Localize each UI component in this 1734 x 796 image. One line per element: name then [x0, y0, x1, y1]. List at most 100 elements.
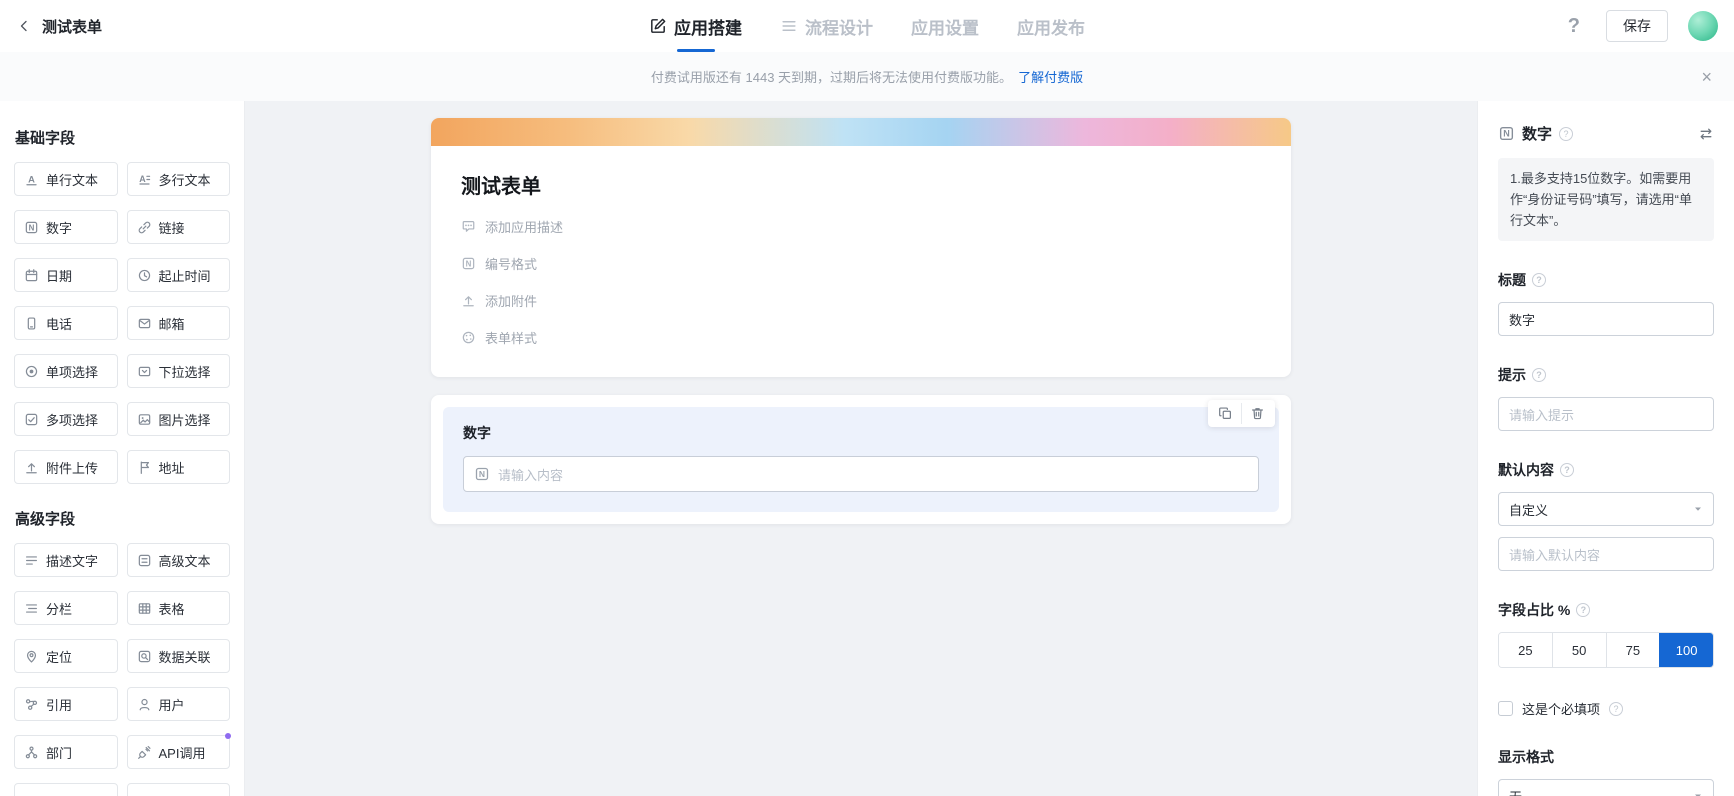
trash-icon[interactable] — [1241, 403, 1273, 424]
sidebar-field-image-select[interactable]: 图片选择 — [126, 402, 230, 436]
option-label: 添加应用描述 — [485, 220, 564, 235]
sidebar-field-department[interactable]: 部门 — [14, 735, 118, 769]
display-format-select[interactable]: 无 — [1498, 779, 1714, 796]
field-button-label: 邮箱 — [158, 316, 185, 332]
field-button-label: 多项选择 — [46, 412, 99, 428]
back-icon[interactable] — [16, 18, 32, 34]
width-option-75[interactable]: 75 — [1605, 633, 1660, 667]
sidebar-field-checkbox[interactable]: 多项选择 — [14, 402, 118, 436]
sidebar-field-address[interactable]: 地址 — [126, 450, 230, 484]
default-content-label-row: 默认内容 — [1498, 460, 1714, 480]
sidebar-field-cutoff[interactable] — [126, 783, 230, 796]
field-width-segmented: 25 50 75 100 — [1498, 632, 1714, 668]
multi-line-text-icon: A — [137, 172, 152, 187]
app-window: 测试表单 应用搭建 流程设计 应用设置 应用发布 ? 保存 付费试用版还有 14… — [0, 0, 1734, 796]
title-input-value: 数字 — [1509, 312, 1536, 328]
sidebar-field-dropdown[interactable]: 下拉选择 — [126, 354, 230, 388]
sidebar-field-phone[interactable]: 电话 — [14, 306, 118, 340]
title-label: 标题 — [1498, 272, 1526, 288]
field-button-label: 单项选择 — [46, 364, 99, 380]
tab-app-publish[interactable]: 应用发布 — [1017, 0, 1085, 52]
sidebar-field-user[interactable]: 用户 — [126, 687, 230, 721]
selected-field-area: 数字 N 请输入内容 — [443, 407, 1279, 512]
sidebar-field-api-call[interactable]: API调用 — [126, 733, 231, 769]
default-type-select[interactable]: 自定义 — [1498, 492, 1714, 526]
user-avatar[interactable] — [1688, 11, 1718, 41]
hint-label: 提示 — [1498, 367, 1526, 383]
field-settings-panel: N 数字 1.最多支持15位数字。如需要用作“身份证号码”填写，请选用“单行文本… — [1477, 101, 1734, 796]
field-width-label: 字段占比 % — [1498, 602, 1571, 618]
title-input[interactable]: 数字 — [1498, 302, 1714, 336]
learn-paid-link[interactable]: 了解付费版 — [1018, 67, 1083, 86]
svg-text:N: N — [29, 223, 35, 232]
sidebar-field-email[interactable]: 邮箱 — [126, 306, 230, 340]
hint-input[interactable]: 请输入提示 — [1498, 397, 1714, 431]
default-content-input[interactable]: 请输入默认内容 — [1498, 537, 1714, 571]
close-icon[interactable]: × — [1701, 68, 1712, 86]
field-button-label: 链接 — [158, 220, 185, 236]
sidebar-field-cutoff[interactable] — [14, 783, 118, 796]
single-line-text-icon: A — [24, 172, 39, 187]
sidebar-field-rich-text[interactable]: 高级文本 — [126, 543, 230, 577]
trial-notice-bar: 付费试用版还有 1443 天到期，过期后将无法使用付费版功能。 了解付费版 × — [0, 52, 1734, 101]
sidebar-field-location[interactable]: 定位 — [14, 639, 118, 673]
data-link-icon — [137, 649, 152, 664]
header-left: 测试表单 — [0, 16, 102, 37]
save-button[interactable]: 保存 — [1606, 10, 1668, 42]
add-description-option[interactable]: 添加应用描述 — [461, 217, 1261, 236]
sidebar-field-link[interactable]: 链接 — [126, 210, 230, 244]
field-button-label: 分栏 — [46, 601, 73, 617]
display-format-label-row: 显示格式 — [1498, 747, 1714, 767]
help-circle-icon — [1560, 463, 1574, 477]
form-title[interactable]: 测试表单 — [461, 170, 1261, 199]
required-label: 这是个必填项 — [1522, 702, 1601, 717]
sidebar-field-description[interactable]: 描述文字 — [14, 543, 118, 577]
required-checkbox[interactable] — [1498, 701, 1513, 716]
field-button-label: 数据关联 — [158, 649, 211, 665]
copy-icon[interactable] — [1210, 403, 1241, 424]
width-option-25[interactable]: 25 — [1499, 633, 1552, 667]
title-label-row: 标题 — [1498, 270, 1714, 290]
api-plug-icon — [137, 745, 152, 760]
tab-flow-design[interactable]: 流程设计 — [780, 0, 873, 52]
number-field-card[interactable]: 数字 N 请输入内容 — [431, 395, 1291, 524]
help-circle-icon — [1576, 603, 1591, 617]
sidebar-field-reference[interactable]: 引用 — [14, 687, 118, 721]
sidebar-field-number[interactable]: N 数字 — [14, 210, 118, 244]
number-field-input[interactable]: N 请输入内容 — [463, 456, 1259, 492]
field-button-label: 部门 — [46, 745, 73, 761]
sidebar-field-multi-line-text[interactable]: A 多行文本 — [126, 162, 230, 196]
tab-app-build[interactable]: 应用搭建 — [649, 0, 742, 52]
field-button-label: 地址 — [158, 460, 185, 476]
width-option-100[interactable]: 100 — [1659, 633, 1713, 667]
serial-format-option[interactable]: N 编号格式 — [461, 254, 1261, 273]
chevron-down-icon — [1691, 789, 1705, 796]
new-feature-dot — [225, 733, 231, 739]
form-header-card: 测试表单 添加应用描述 N 编号格式 添加附件 表单样式 — [431, 118, 1291, 377]
sidebar-field-single-line-text[interactable]: A 单行文本 — [14, 162, 118, 196]
add-attachment-option[interactable]: 添加附件 — [461, 291, 1261, 310]
help-icon[interactable]: ? — [1568, 15, 1580, 38]
tab-app-settings[interactable]: 应用设置 — [911, 0, 979, 52]
field-button-label: 高级文本 — [158, 553, 211, 569]
tab-label: 应用发布 — [1017, 18, 1085, 38]
display-format-label: 显示格式 — [1498, 749, 1554, 765]
sidebar-field-date[interactable]: 日期 — [14, 258, 118, 292]
flow-lines-icon — [780, 17, 798, 35]
width-option-50[interactable]: 50 — [1551, 633, 1606, 667]
sidebar-field-columns[interactable]: 分栏 — [14, 591, 118, 625]
default-content-label: 默认内容 — [1498, 462, 1554, 478]
sidebar-field-upload[interactable]: 附件上传 — [14, 450, 118, 484]
sidebar-field-radio[interactable]: 单项选择 — [14, 354, 118, 388]
sidebar-field-data-link[interactable]: 数据关联 — [126, 639, 230, 673]
sidebar-field-table[interactable]: 表格 — [126, 591, 230, 625]
swap-icon[interactable] — [1698, 126, 1714, 142]
main-tabs: 应用搭建 流程设计 应用设置 应用发布 — [649, 0, 1085, 52]
svg-text:N: N — [479, 469, 485, 479]
table-icon — [137, 601, 152, 616]
image-select-icon — [137, 412, 152, 427]
field-info-note: 1.最多支持15位数字。如需要用作“身份证号码”填写，请选用“单行文本”。 — [1498, 158, 1714, 241]
form-style-option[interactable]: 表单样式 — [461, 328, 1261, 347]
sidebar-field-time-range[interactable]: 起止时间 — [126, 258, 230, 292]
section-title-basic: 基础字段 — [15, 130, 76, 147]
